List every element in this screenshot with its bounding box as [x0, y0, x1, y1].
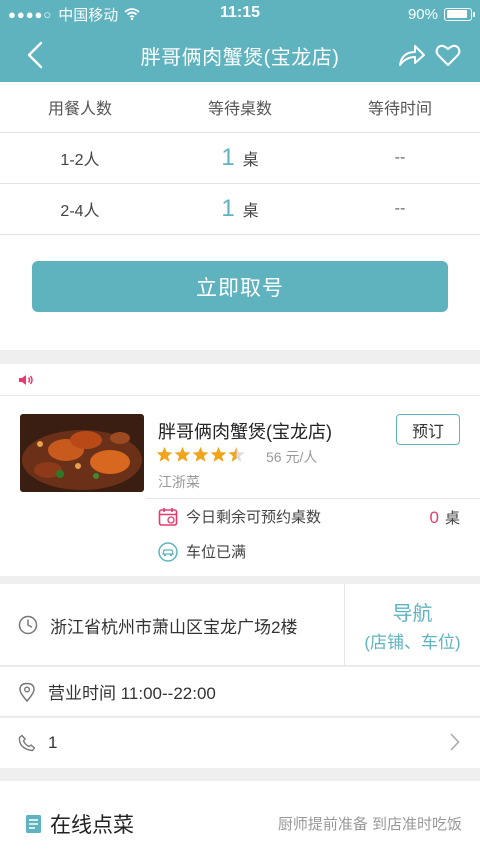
share-button[interactable] — [396, 40, 428, 70]
wait-time: -- — [394, 200, 406, 217]
table-unit: 桌 — [242, 203, 259, 220]
shop-name: 胖哥俩肉蟹煲(宝龙店) — [158, 422, 332, 442]
chevron-left-icon — [27, 41, 43, 69]
announcement-bar[interactable] — [0, 364, 480, 396]
star-icon — [156, 446, 173, 462]
status-bar: ●●●●○ 中国移动 90% — [0, 0, 480, 28]
navigate-label: 导航 — [392, 603, 433, 625]
heart-icon — [435, 44, 461, 66]
party-size: 2-4人 — [60, 203, 100, 220]
business-hours-text: 营业时间 11:00--22:00 — [48, 684, 216, 703]
menu-note-icon — [26, 815, 41, 833]
available-tables-unit: 桌 — [444, 510, 460, 527]
chevron-right-icon — [450, 733, 460, 751]
battery-icon — [444, 7, 475, 21]
queue-header-size: 用餐人数 — [47, 101, 112, 118]
car-icon — [158, 541, 178, 562]
waiting-tables: 1 — [221, 195, 235, 222]
carrier-label: 中国移动 — [58, 6, 119, 24]
online-order-title: 在线点菜 — [50, 814, 134, 837]
address-text: 浙江省杭州市萧山区宝龙广场2楼 — [50, 617, 298, 637]
waiting-tables: 1 — [221, 144, 235, 171]
calendar-icon — [158, 507, 178, 526]
available-tables-number: 0 — [429, 508, 439, 527]
clock-icon — [18, 615, 38, 635]
online-order-section[interactable]: 在线点菜 厨师提前准备 到店准时吃饭 — [0, 781, 480, 853]
cuisine-tag: 江浙菜 — [158, 474, 200, 490]
rating-stars — [156, 446, 245, 463]
navigate-button[interactable]: 导航 (店铺、车位) — [345, 584, 480, 666]
shop-card[interactable]: 胖哥俩肉蟹煲(宝龙店) 56 元/人 江浙菜 预订 今日剩余可预约桌数 0桌 车… — [0, 396, 480, 576]
nav-bar: 胖哥俩肉蟹煲(宝龙店) — [0, 28, 480, 82]
wifi-icon — [124, 8, 140, 20]
speaker-icon — [19, 374, 33, 385]
star-icon — [174, 446, 191, 462]
back-button[interactable] — [18, 38, 52, 72]
divider — [146, 498, 480, 499]
navigate-sublabel: (店铺、车位) — [364, 633, 461, 652]
share-icon — [399, 45, 425, 66]
queue-header-row: 用餐人数 等待桌数 等待时间 — [0, 82, 480, 133]
favorite-button[interactable] — [432, 40, 464, 70]
address-row: 浙江省杭州市萧山区宝龙广场2楼 导航 (店铺、车位) — [0, 584, 480, 666]
available-tables-row: 今日剩余可预约桌数 — [158, 506, 321, 527]
available-tables-count: 0桌 — [430, 507, 460, 528]
parking-row: 车位已满 — [158, 541, 246, 562]
battery-percent: 90% — [407, 5, 438, 23]
wait-time: -- — [394, 149, 406, 166]
reserve-button[interactable]: 预订 — [396, 414, 460, 445]
average-price: 56 元/人 — [266, 449, 318, 465]
parking-status: 车位已满 — [186, 544, 247, 561]
queue-header-wait: 等待时间 — [367, 101, 432, 118]
online-order-subtitle: 厨师提前准备 到店准时吃饭 — [277, 816, 462, 833]
available-tables-label: 今日剩余可预约桌数 — [186, 509, 322, 526]
signal-icon: ●●●●○ — [8, 6, 53, 22]
phone-icon — [18, 734, 36, 752]
phone-row[interactable]: 1 — [0, 718, 480, 768]
business-hours-row: 营业时间 11:00--22:00 — [0, 667, 480, 717]
star-icon — [192, 446, 209, 462]
shop-photo — [20, 414, 144, 492]
location-pin-icon — [19, 682, 35, 702]
half-star-icon — [228, 446, 245, 462]
table-row: 1-2人 1桌 -- — [0, 133, 480, 184]
phone-number: 1 — [48, 733, 58, 752]
party-size: 1-2人 — [60, 152, 100, 169]
table-row: 2-4人 1桌 -- — [0, 184, 480, 235]
queue-header-count: 等待桌数 — [207, 101, 272, 118]
take-number-button[interactable]: 立即取号 — [32, 261, 448, 312]
table-unit: 桌 — [242, 152, 259, 169]
star-icon — [210, 446, 227, 462]
queue-section: 用餐人数 等待桌数 等待时间 1-2人 1桌 -- 2-4人 1桌 -- 立即取… — [0, 82, 480, 350]
app-header: ●●●●○ 中国移动 90% 11:15 胖哥俩肉蟹煲(宝龙店) — [0, 0, 480, 82]
